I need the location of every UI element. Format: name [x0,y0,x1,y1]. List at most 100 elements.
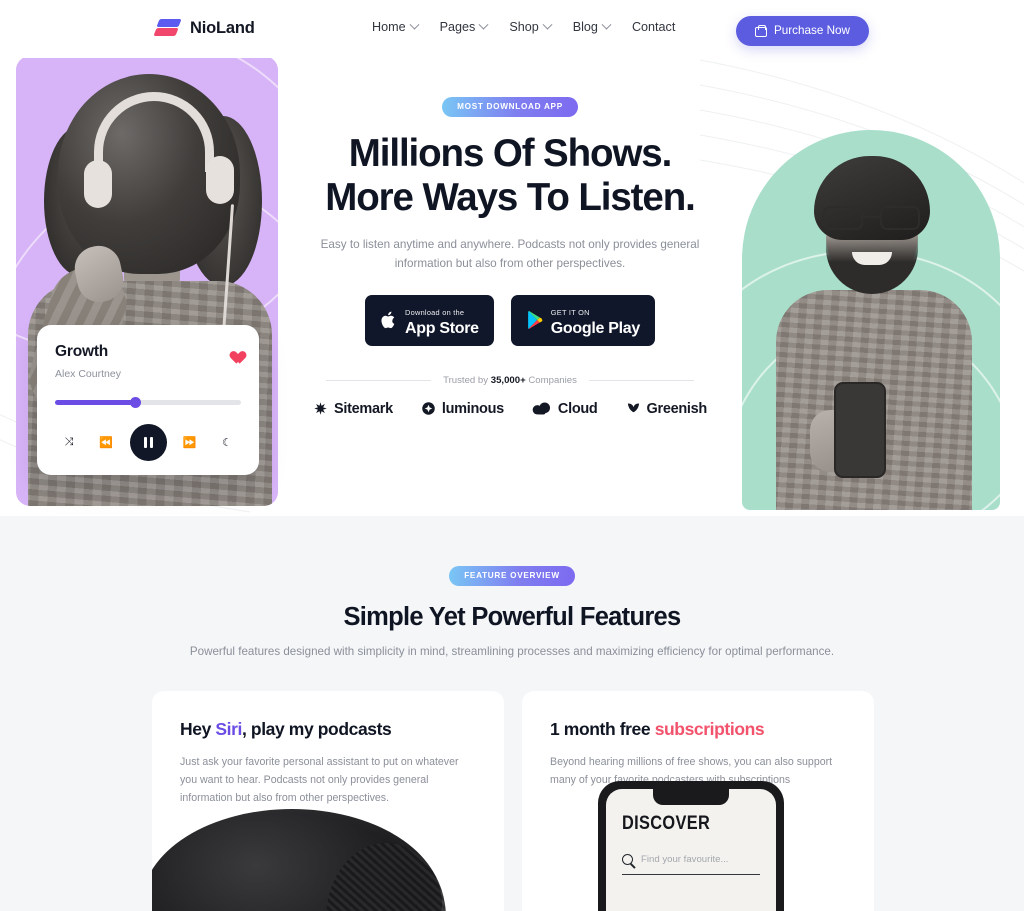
chevron-down-icon [542,19,553,30]
hero-title: Millions Of Shows. More Ways To Listen. [280,132,740,220]
man-figure [740,110,1004,510]
nav-label: Contact [631,20,676,34]
nav-item-blog[interactable]: Blog [572,19,612,34]
brand-logos: Sitemark luminous Cloud Greenish [280,401,740,417]
pause-icon[interactable] [129,424,167,461]
brand-label: Sitemark [334,400,393,417]
trusted-prefix: Trusted by [443,374,491,386]
brand-label: Greenish [646,400,708,417]
now-playing-card: Growth Alex Courtney ⤨ ⏪ ⏩ ☾ [37,325,259,475]
phone-mockup: DISCOVER Find your favourite... [598,781,784,911]
feature-card-body: Just ask your favorite personal assistan… [180,756,459,805]
google-play-button[interactable]: GET IT ON Google Play [510,294,655,346]
moon-icon[interactable]: ☾ [213,429,241,457]
nioland-logo-icon [153,17,182,39]
brand-name: NioLand [190,18,255,37]
search-icon [622,854,633,865]
feature-card-title: 1 month free subscriptions [550,719,846,740]
cloud-icon [532,402,550,415]
feature-card-subscriptions[interactable]: 1 month free subscriptions Beyond hearin… [522,691,874,911]
brand-luminous: luminous [421,401,504,417]
brand-label: Cloud [557,400,598,417]
feature-card-title: Hey Siri, play my podcasts [180,719,476,740]
trusted-count: 35,000+ [490,374,526,386]
trusted-suffix: Companies [525,374,577,386]
app-store-small-label: Download on the [405,307,465,317]
google-play-small-label: GET IT ON [550,307,590,317]
phone-search-placeholder: Find your favourite... [641,854,729,865]
nav-label: Home [372,20,406,34]
purchase-now-button[interactable]: Purchase Now [735,16,869,46]
nav-label: Shop [509,20,539,34]
circle-plus-icon [422,402,435,415]
phone-screen: DISCOVER Find your favourite... [606,789,776,911]
nav-item-pages[interactable]: Pages [439,19,489,34]
nav-label: Pages [439,20,476,34]
brand-greenish: Greenish [626,401,707,417]
asterisk-icon [314,402,327,415]
hero-badge: MOST DOWNLOAD APP [442,97,578,117]
title-accent: Siri [215,719,242,739]
nav-item-home[interactable]: Home [372,19,420,34]
hero-content: MOST DOWNLOAD APP Millions Of Shows. Mor… [280,96,740,417]
landing-page: NioLand Home Pages Shop Blog Contact Pur… [0,0,1024,911]
title-pre: 1 month free [550,719,655,739]
features-heading: Simple Yet Powerful Features [343,603,681,631]
google-play-icon [526,310,543,330]
nav-item-shop[interactable]: Shop [509,19,553,34]
player-controls: ⤨ ⏪ ⏩ ☾ [55,424,241,461]
main-navigation: Home Pages Shop Blog Contact [372,19,675,34]
divider-line [326,379,432,381]
chevron-down-icon [409,19,420,30]
features-badge: FEATURE OVERVIEW [449,566,575,586]
leaf-icon [627,403,639,413]
track-title: Growth [55,343,109,360]
title-pre: Hey [180,719,216,739]
chevron-down-icon [601,19,612,30]
purchase-now-label: Purchase Now [773,24,850,37]
google-play-text: GET IT ON Google Play [551,302,640,338]
progress-fill [55,400,135,405]
apple-icon [380,310,397,330]
features-section: FEATURE OVERVIEW Simple Yet Powerful Fea… [0,516,1024,911]
app-store-buttons: Download on the App Store GET IT ON Goog… [280,294,740,346]
app-store-button[interactable]: Download on the App Store [365,294,494,346]
discover-heading: DISCOVER [622,813,711,834]
features-subtitle: Powerful features designed with simplici… [189,645,835,658]
shopping-bag-icon [754,24,767,37]
hero-title-line-2: More Ways To Listen. [325,175,696,219]
man-with-phone-photo [740,110,1004,510]
progress-knob[interactable] [129,397,141,408]
hero-title-line-1: Millions Of Shows. [348,132,673,175]
progress-bar[interactable] [55,397,241,408]
chevron-down-icon [478,19,489,30]
features-header: FEATURE OVERVIEW Simple Yet Powerful Fea… [0,516,1024,662]
phone-search-field[interactable]: Find your favourite... [622,854,760,875]
headphone-photo [152,809,446,911]
app-store-big-label: App Store [405,319,479,337]
eyeglasses [820,206,924,230]
shuffle-icon[interactable]: ⤨ [55,429,83,457]
phone-notch [653,789,729,805]
brand-sitemark: Sitemark [313,401,393,417]
brand-label: luminous [441,400,504,417]
feature-cards: Hey Siri, play my podcasts Just ask your… [152,691,874,911]
site-header: NioLand Home Pages Shop Blog Contact Pur… [0,0,1024,58]
trusted-row: Trusted by 35,000+ Companies [280,375,740,386]
divider-line [588,379,694,381]
feature-card-siri[interactable]: Hey Siri, play my podcasts Just ask your… [152,691,504,911]
app-store-text: Download on the App Store [405,302,479,338]
nav-label: Blog [572,20,598,34]
track-artist: Alex Courtney [55,368,121,380]
trusted-text: Trusted by 35,000+ Companies [443,375,577,386]
brand-logo[interactable]: NioLand [153,17,255,39]
brand-cloud: Cloud [532,401,598,417]
nav-item-contact[interactable]: Contact [632,20,675,34]
title-post: , play my podcasts [241,719,392,739]
title-accent: subscriptions [654,719,765,739]
fast-forward-icon[interactable]: ⏩ [176,429,204,457]
heart-icon[interactable] [227,346,242,360]
rewind-icon[interactable]: ⏪ [92,429,120,457]
hero-subtitle: Easy to listen anytime and anywhere. Pod… [320,237,700,270]
google-play-big-label: Google Play [550,319,640,337]
